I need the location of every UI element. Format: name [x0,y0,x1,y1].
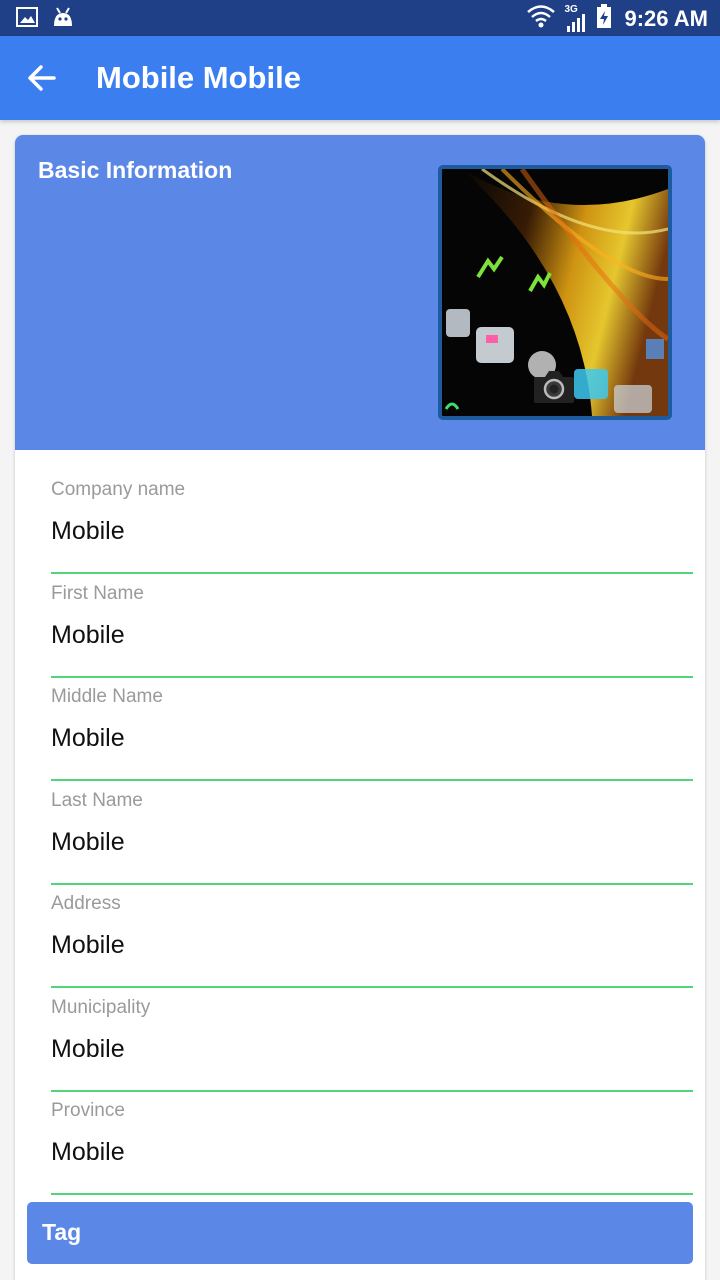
camera-icon [532,369,576,405]
province-input[interactable] [51,1138,693,1167]
province-field[interactable]: Province [51,1100,693,1203]
field-underline [51,676,693,678]
middle-name-field[interactable]: Middle Name [51,686,693,789]
company-name-field[interactable]: Company name [51,479,693,582]
section-header: Basic Information [15,135,705,450]
company-name-input[interactable] [51,517,693,546]
municipality-label: Municipality [51,997,151,1018]
tag-label: Tag [42,1219,82,1245]
back-button[interactable] [22,58,62,98]
android-icon [52,6,74,33]
field-underline [51,779,693,781]
last-name-label: Last Name [51,790,143,811]
last-name-field[interactable]: Last Name [51,790,693,893]
company-name-label: Company name [51,479,186,500]
cell-signal-icon: 3G [564,4,588,33]
field-underline [51,572,693,574]
first-name-label: First Name [51,583,144,604]
last-name-input[interactable] [51,828,693,857]
middle-name-input[interactable] [51,724,693,753]
wifi-icon [526,3,556,34]
page-title: Mobile Mobile [96,60,301,95]
field-underline [51,1193,693,1195]
municipality-field[interactable]: Municipality [51,997,693,1100]
status-bar: 3G 9:26 AM [0,0,720,36]
municipality-input[interactable] [51,1035,693,1064]
basic-information-card: Basic Information Company name Mobile Fi… [15,135,705,1280]
profile-photo[interactable] [438,165,672,420]
address-field[interactable]: Address [51,893,693,996]
gallery-icon [16,7,38,32]
field-underline [51,986,693,988]
address-label: Address [51,893,121,914]
tag-section-header[interactable]: Tag [27,1202,693,1264]
clock: 9:26 AM [624,5,708,31]
change-photo-button[interactable] [532,369,576,405]
arrow-left-icon [22,65,62,102]
section-title: Basic Information [38,157,233,183]
province-label: Province [51,1100,125,1121]
field-underline [51,1090,693,1092]
field-underline [51,883,693,885]
first-name-field[interactable]: First Name [51,583,693,686]
address-input[interactable] [51,931,693,960]
middle-name-label: Middle Name [51,686,163,707]
first-name-input[interactable] [51,621,693,650]
app-bar: Mobile Mobile [0,36,720,120]
battery-icon [596,3,612,34]
